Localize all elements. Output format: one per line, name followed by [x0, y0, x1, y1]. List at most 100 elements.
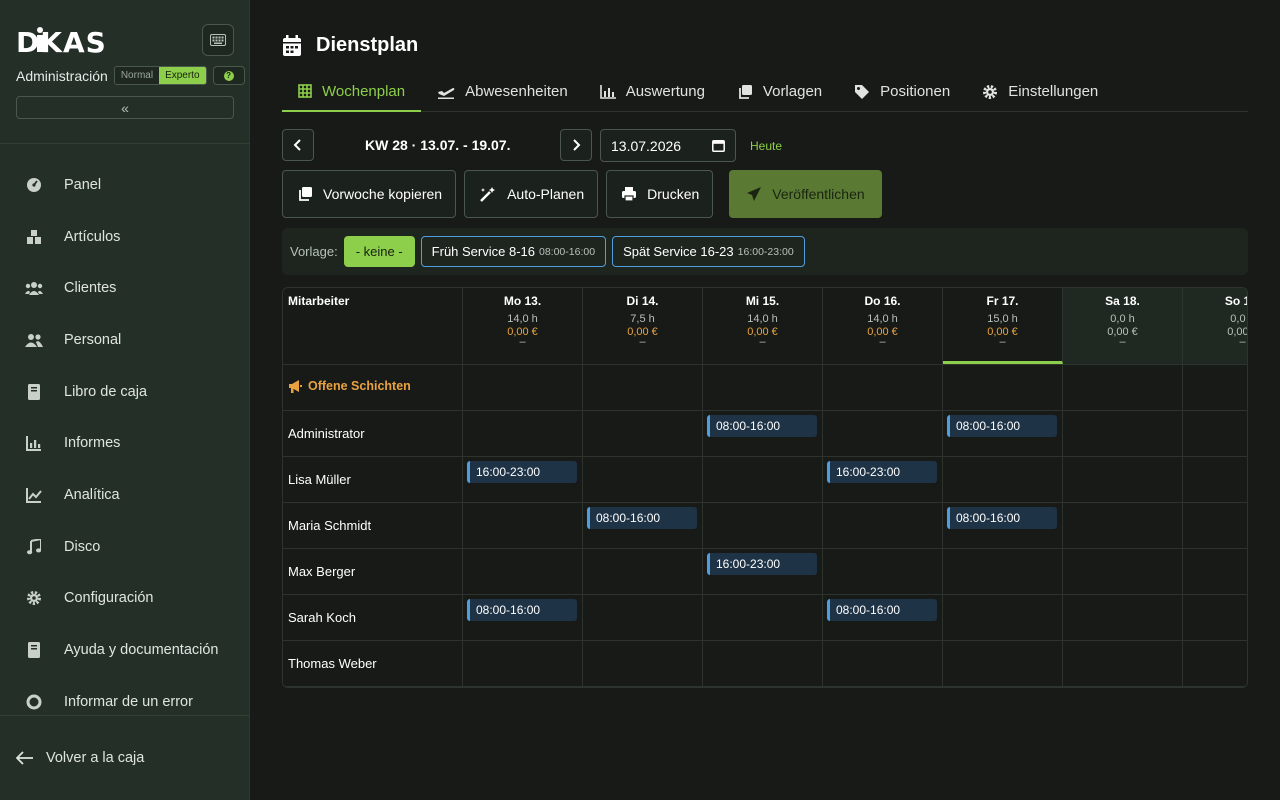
- date-picker-input[interactable]: 13.07.2026: [600, 129, 736, 162]
- employee-row: Thomas Weber: [283, 641, 1247, 687]
- prev-week-button[interactable]: [282, 129, 314, 161]
- day-hours: 0,0 h: [1110, 313, 1135, 325]
- auto-plan-button[interactable]: Auto-Planen: [464, 170, 599, 218]
- collapse-sidebar-button[interactable]: «: [16, 96, 234, 119]
- day-status: –: [999, 336, 1006, 348]
- column-divider: [1182, 365, 1183, 687]
- column-divider: [702, 365, 703, 687]
- template-chip-spaet[interactable]: Spät Service 16-23 16:00-23:00: [612, 236, 805, 267]
- keyboard-button[interactable]: [202, 24, 234, 56]
- column-divider: [822, 365, 823, 687]
- nav-item-configuracion[interactable]: Configuración: [0, 573, 250, 625]
- day-status: –: [759, 336, 766, 348]
- tab-label: Abwesenheiten: [465, 83, 568, 100]
- action-bar: Vorwoche kopieren Auto-Planen Drucken Ve…: [282, 170, 882, 218]
- tag-icon: [855, 84, 870, 99]
- nav-item-panel[interactable]: Panel: [0, 159, 250, 211]
- tab-vorlagen[interactable]: Vorlagen: [721, 72, 838, 111]
- day-name: Mo 13.: [503, 294, 542, 308]
- sidebar: DKAS Administración Normal Experto ? « P…: [0, 0, 250, 800]
- dashboard-icon: [24, 175, 44, 195]
- sidebar-nav: Panel Artículos Clientes Personal Libro …: [0, 159, 250, 728]
- admin-row: Administración Normal Experto ?: [16, 66, 245, 85]
- nav-item-libro-de-caja[interactable]: Libro de caja: [0, 366, 250, 418]
- shift-block[interactable]: 08:00-16:00: [947, 415, 1057, 437]
- nav-label: Personal: [64, 331, 122, 348]
- nav-label: Panel: [64, 176, 102, 193]
- employee-name: Max Berger: [288, 564, 356, 579]
- day-column-header: So 19. 0,0 h0,00 €–: [1183, 288, 1247, 364]
- nav-item-ayuda[interactable]: Ayuda y documentación: [0, 624, 250, 676]
- day-status: –: [639, 336, 646, 348]
- mode-toggle[interactable]: Normal Experto: [113, 66, 207, 85]
- lifebuoy-icon: [24, 692, 44, 712]
- day-name: So 19.: [1224, 294, 1247, 308]
- button-label: Auto-Planen: [507, 186, 585, 202]
- day-column-header: Mo 13. 14,0 h 0,00 € –: [463, 288, 583, 364]
- shift-block[interactable]: 16:00-23:00: [467, 461, 577, 483]
- svg-text:DKAS: DKAS: [16, 26, 107, 56]
- copy-previous-week-button[interactable]: Vorwoche kopieren: [282, 170, 457, 218]
- template-label: Vorlage:: [290, 244, 338, 259]
- mode-expert-option[interactable]: Experto: [159, 67, 206, 84]
- employee-row: Maria Schmidt 08:00-16:00 08:00-16:00: [283, 503, 1247, 549]
- nav-item-clientes[interactable]: Clientes: [0, 262, 250, 314]
- nav-label: Analítica: [64, 486, 120, 503]
- shift-block[interactable]: 08:00-16:00: [587, 507, 697, 529]
- tab-einstellungen[interactable]: Einstellungen: [966, 72, 1114, 111]
- tab-auswertung[interactable]: Auswertung: [584, 72, 721, 111]
- shift-block[interactable]: 08:00-16:00: [707, 415, 817, 437]
- calendar-icon[interactable]: [712, 139, 725, 152]
- day-column-header: Fr 17. 15,0 h 0,00 € –: [943, 288, 1063, 364]
- nav-item-articulos[interactable]: Artículos: [0, 211, 250, 263]
- brand-logo[interactable]: DKAS: [16, 24, 120, 63]
- sidebar-divider: [0, 715, 250, 716]
- column-divider: [582, 365, 583, 687]
- employee-row: Sarah Koch 08:00-16:00 08:00-16:00: [283, 595, 1247, 641]
- page-title-text: Dienstplan: [316, 34, 419, 56]
- date-value: 13.07.2026: [611, 137, 682, 154]
- nav-label: Clientes: [64, 280, 117, 297]
- printer-icon: [622, 187, 637, 202]
- day-hours: 15,0 h: [987, 313, 1018, 325]
- template-time: 16:00-23:00: [737, 245, 794, 258]
- mode-normal-option[interactable]: Normal: [114, 67, 160, 84]
- shift-block[interactable]: 08:00-16:00: [947, 507, 1057, 529]
- template-none-button[interactable]: - keine -: [343, 236, 415, 267]
- nav-item-informes[interactable]: Informes: [0, 417, 250, 469]
- employee-name: Thomas Weber: [288, 656, 377, 671]
- shift-block[interactable]: 08:00-16:00: [467, 599, 577, 621]
- tab-label: Positionen: [880, 83, 951, 100]
- tab-wochenplan[interactable]: Wochenplan: [282, 72, 422, 112]
- week-navigation: KW 28 · 13.07. - 19.07. 13.07.2026 Heute: [282, 129, 1248, 162]
- day-name: Fr 17.: [986, 294, 1019, 308]
- nav-item-disco[interactable]: Disco: [0, 521, 250, 573]
- publish-button[interactable]: Veröffentlichen: [729, 170, 882, 218]
- chevron-right-icon: [573, 139, 581, 151]
- button-label: Drucken: [647, 186, 700, 202]
- next-week-button[interactable]: [560, 129, 592, 161]
- employee-name: Sarah Koch: [288, 610, 356, 625]
- nav-item-informar-error[interactable]: Informar de un error: [0, 676, 250, 728]
- day-column-header: Do 16. 14,0 h 0,00 € –: [823, 288, 943, 364]
- shift-block[interactable]: 08:00-16:00: [827, 599, 937, 621]
- tab-positionen[interactable]: Positionen: [838, 72, 966, 111]
- day-name: Mi 15.: [745, 294, 780, 308]
- today-link[interactable]: Heute: [750, 139, 782, 153]
- help-button[interactable]: ?: [212, 66, 245, 85]
- tab-abwesenheiten[interactable]: Abwesenheiten: [421, 72, 584, 111]
- day-status: –: [1119, 336, 1126, 348]
- gear-icon: [983, 84, 998, 99]
- book-help-icon: [24, 640, 44, 660]
- employee-row: Administrator 08:00-16:00 08:00-16:00: [283, 411, 1247, 457]
- print-button[interactable]: Drucken: [606, 170, 714, 218]
- boxes-icon: [24, 227, 44, 247]
- nav-item-analitica[interactable]: Analítica: [0, 469, 250, 521]
- nav-item-personal[interactable]: Personal: [0, 314, 250, 366]
- template-chip-frueh[interactable]: Früh Service 8-16 08:00-16:00: [420, 236, 607, 267]
- day-status: –: [1239, 336, 1246, 348]
- template-name: Spät Service 16-23: [623, 244, 734, 259]
- shift-block[interactable]: 16:00-23:00: [707, 553, 817, 575]
- shift-block[interactable]: 16:00-23:00: [827, 461, 937, 483]
- back-to-register-link[interactable]: Volver a la caja: [16, 750, 144, 766]
